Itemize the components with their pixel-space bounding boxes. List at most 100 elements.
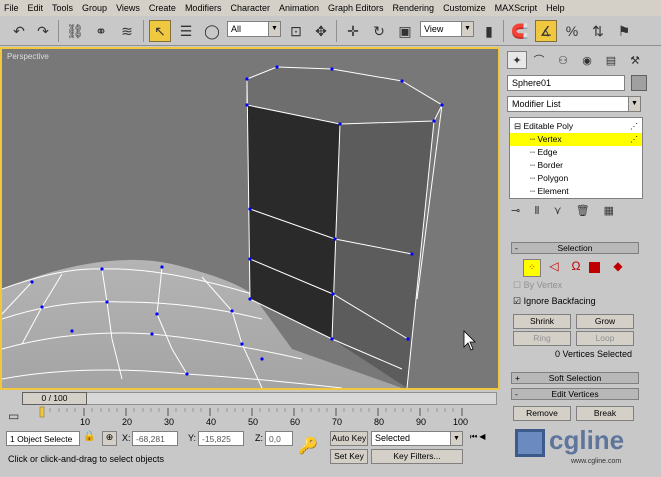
remove-modifier-icon[interactable]: 🗑 — [576, 204, 590, 222]
y-coord-field[interactable]: -15,825 — [198, 431, 244, 446]
break-button[interactable]: Break — [576, 406, 634, 421]
menu-item-rendering[interactable]: Rendering — [393, 3, 435, 13]
go-to-start-icon[interactable]: ⏮ — [470, 432, 477, 448]
select-object-icon[interactable]: ↖ — [149, 20, 171, 42]
stack-item-polygon[interactable]: ┈ Polygon — [510, 172, 642, 185]
snap-toggle-icon[interactable]: 🧲 — [509, 20, 531, 42]
edit-vertices-rollout-header[interactable]: - Edit Vertices — [511, 388, 639, 400]
lock-selection-icon[interactable]: 🔒 — [83, 431, 97, 446]
reference-coord-dropdown[interactable]: View ▼ — [420, 21, 474, 37]
tick-label: 70 — [332, 417, 343, 427]
menu-item-character[interactable]: Character — [230, 3, 270, 13]
hierarchy-tab-icon[interactable]: ⚇ — [553, 51, 573, 69]
main-toolbar: ↶ ↷ ⛓ ⚭ ≋ ↖ ☰ ◯ All ▼ ⊡ ✥ ✛ ↻ ▣ View ▼ ▮ 🧲… — [0, 16, 661, 46]
stack-item-element[interactable]: ┈ Element — [510, 185, 642, 198]
unlink-icon[interactable]: ⚭ — [90, 20, 112, 42]
selection-rollout-header[interactable]: - Selection — [511, 242, 639, 254]
selection-filter-dropdown[interactable]: All ▼ — [227, 21, 281, 37]
redo-icon[interactable]: ↷ — [32, 20, 54, 42]
display-tab-icon[interactable]: ▤ — [601, 51, 621, 69]
menu-item-tools[interactable]: Tools — [52, 3, 73, 13]
time-slider-thumb[interactable]: 0 / 100 — [22, 392, 87, 405]
named-selection-icon[interactable]: ⚑ — [613, 20, 635, 42]
z-coord-field[interactable]: 0,0 — [265, 431, 293, 446]
select-and-link-icon[interactable]: ⛓ — [64, 20, 86, 42]
menu-item-edit[interactable]: Edit — [28, 3, 44, 13]
percent-snap-icon[interactable]: % — [561, 20, 583, 42]
menu-item-views[interactable]: Views — [116, 3, 140, 13]
select-rotate-icon[interactable]: ↻ — [368, 20, 390, 42]
set-key-icon[interactable]: 🔑 — [298, 436, 318, 456]
watermark-logo: cgline www.cgline.com — [515, 425, 657, 469]
mini-curve-editor-icon[interactable]: ▭ — [8, 409, 24, 425]
menu-item-graph-editors[interactable]: Graph Editors — [328, 3, 384, 13]
by-vertex-checkbox[interactable]: ☐ By Vertex — [513, 280, 562, 291]
pivot-icon[interactable]: ▮ — [478, 20, 500, 42]
menu-item-file[interactable]: File — [4, 3, 19, 13]
auto-key-button[interactable]: Auto Key — [330, 431, 368, 446]
bind-space-warp-icon[interactable]: ≋ — [116, 20, 138, 42]
select-manipulate-icon[interactable]: ✥ — [310, 20, 332, 42]
tick-label: 20 — [122, 417, 133, 427]
key-mode-dropdown[interactable]: Selected ▼ — [371, 431, 463, 446]
time-slider-track[interactable] — [22, 392, 497, 405]
create-tab-icon[interactable]: ✦ — [507, 51, 527, 69]
menu-item-customize[interactable]: Customize — [443, 3, 486, 13]
selection-region-icon[interactable]: ◯ — [201, 20, 223, 42]
select-scale-icon[interactable]: ▣ — [394, 20, 416, 42]
modifier-list-dropdown[interactable]: Modifier List ▼ — [507, 96, 641, 112]
mouse-cursor — [463, 330, 476, 351]
soft-selection-rollout-header[interactable]: + Soft Selection — [511, 372, 639, 384]
menu-item-maxscript[interactable]: MAXScript — [495, 3, 538, 13]
stack-item-border[interactable]: ┈ Border — [510, 159, 642, 172]
border-level-icon[interactable]: Ω — [567, 259, 585, 277]
object-color-swatch[interactable] — [631, 75, 647, 91]
angle-snap-icon[interactable]: ∡ — [535, 20, 557, 42]
menu-item-animation[interactable]: Animation — [279, 3, 319, 13]
element-level-icon[interactable]: ◆ — [609, 259, 627, 277]
make-unique-icon[interactable]: ⋎ — [554, 204, 562, 222]
select-move-icon[interactable]: ✛ — [342, 20, 364, 42]
ring-button[interactable]: Ring — [513, 331, 571, 346]
time-slider[interactable]: 0 / 100 — [0, 392, 500, 406]
shrink-button[interactable]: Shrink — [513, 314, 571, 329]
configure-modifier-sets-icon[interactable]: ▦ — [604, 204, 614, 222]
utilities-tab-icon[interactable]: ⚒ — [625, 51, 645, 69]
polygon-level-icon[interactable] — [589, 262, 600, 273]
set-key-button[interactable]: Set Key — [330, 449, 368, 464]
modify-tab-icon[interactable]: ⌒ — [529, 51, 549, 69]
edge-level-icon[interactable]: ◁ — [545, 259, 563, 277]
perspective-viewport[interactable]: Perspective — [0, 47, 500, 390]
stack-item-editable-poly[interactable]: ⊟ Editable Poly ⋰ — [510, 120, 642, 133]
key-filters-button[interactable]: Key Filters... — [371, 449, 463, 464]
stack-item-edge[interactable]: ┈ Edge — [510, 146, 642, 159]
current-frame-marker — [39, 406, 45, 418]
spinner-snap-icon[interactable]: ⇅ — [587, 20, 609, 42]
menu-item-group[interactable]: Group — [82, 3, 107, 13]
tick-label: 80 — [374, 417, 385, 427]
undo-icon[interactable]: ↶ — [8, 20, 30, 42]
window-crossing-icon[interactable]: ⊡ — [285, 20, 307, 42]
playback-controls: ⏮ ◀ — [470, 432, 498, 448]
ignore-backfacing-checkbox[interactable]: ☑ Ignore Backfacing — [513, 296, 596, 307]
loop-button[interactable]: Loop — [576, 331, 634, 346]
tick-label: 100 — [453, 417, 469, 427]
menu-item-help[interactable]: Help — [546, 3, 565, 13]
grow-button[interactable]: Grow — [576, 314, 634, 329]
motion-tab-icon[interactable]: ◉ — [577, 51, 597, 69]
pin-stack-icon[interactable]: ⊸ — [511, 204, 520, 222]
stack-item-vertex[interactable]: ┈ Vertex ⋰ — [510, 133, 642, 146]
track-bar[interactable]: ▭ 10 20 30 40 50 60 70 80 90 100 — [0, 406, 500, 428]
select-by-name-icon[interactable]: ☰ — [175, 20, 197, 42]
object-name-field[interactable]: Sphere01 — [507, 75, 625, 91]
absolute-mode-icon[interactable]: ⊕ — [102, 431, 117, 446]
x-coord-field[interactable]: -68,281 — [132, 431, 178, 446]
tick-label: 50 — [248, 417, 259, 427]
vertex-level-icon[interactable]: ⁘ — [523, 259, 541, 277]
menu-item-create[interactable]: Create — [149, 3, 176, 13]
previous-frame-icon[interactable]: ◀ — [479, 432, 485, 448]
stack-toolbar: ⊸ Ⅱ ⋎ 🗑 ▦ — [511, 204, 639, 222]
show-end-result-icon[interactable]: Ⅱ — [534, 204, 539, 222]
remove-button[interactable]: Remove — [513, 406, 571, 421]
menu-item-modifiers[interactable]: Modifiers — [185, 3, 222, 13]
